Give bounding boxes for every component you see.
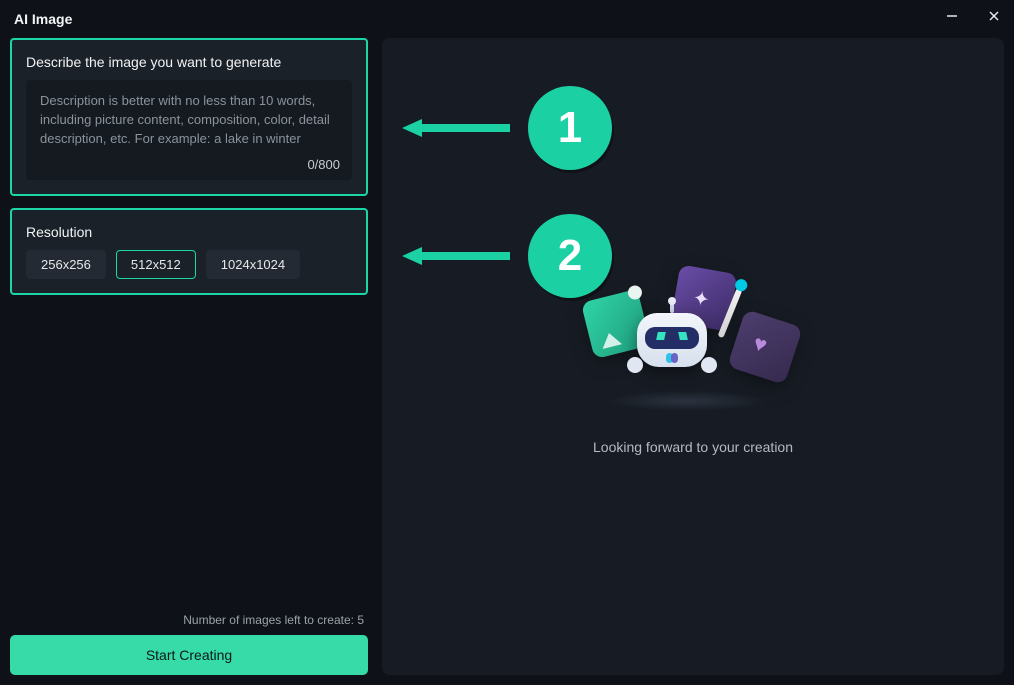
step-badge-1: 1 — [528, 86, 612, 170]
titlebar: AI Image — [0, 0, 1014, 38]
illustration-card-heart-icon: ♥ — [727, 309, 803, 385]
left-panel: Describe the image you want to generate … — [10, 38, 368, 675]
start-creating-button[interactable]: Start Creating — [10, 635, 368, 675]
tutorial-step-1: 1 — [402, 86, 612, 170]
window-controls — [940, 4, 1006, 28]
resolution-heading: Resolution — [26, 224, 352, 240]
step-badge-2: 2 — [528, 214, 612, 298]
resolution-option-0[interactable]: 256x256 — [26, 250, 106, 279]
resolution-panel: Resolution 256x256 512x512 1024x1024 — [10, 208, 368, 295]
minimize-button[interactable] — [940, 4, 964, 28]
resolution-option-2[interactable]: 1024x1024 — [206, 250, 300, 279]
tutorial-step-2: 2 — [402, 214, 612, 298]
describe-heading: Describe the image you want to generate — [26, 54, 352, 70]
arrow-left-icon — [402, 119, 512, 137]
window-title: AI Image — [14, 11, 72, 27]
preview-caption: Looking forward to your creation — [593, 439, 793, 455]
illustration-robot-icon — [633, 313, 711, 383]
char-counter: 0/800 — [307, 157, 340, 172]
images-remaining-label: Number of images left to create: 5 — [10, 613, 368, 627]
left-footer: Number of images left to create: 5 Start… — [10, 605, 368, 675]
close-button[interactable] — [982, 4, 1006, 28]
describe-panel: Describe the image you want to generate … — [10, 38, 368, 196]
resolution-option-1[interactable]: 512x512 — [116, 250, 196, 279]
description-placeholder: Description is better with no less than … — [40, 92, 338, 149]
description-input[interactable]: Description is better with no less than … — [26, 80, 352, 180]
arrow-left-icon — [402, 247, 512, 265]
